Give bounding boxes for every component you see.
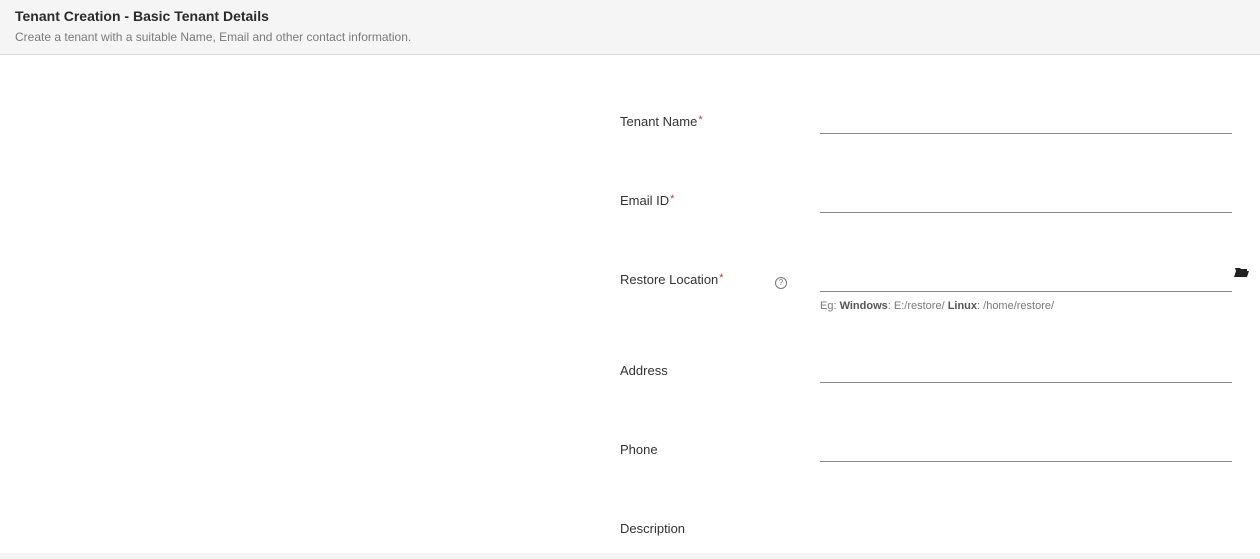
page-header: Tenant Creation - Basic Tenant Details C… [0, 0, 1260, 55]
restore-location-hint: Eg: Windows: E:/restore/ Linux: /home/re… [820, 300, 1232, 312]
row-tenant-name: Tenant Name* [620, 110, 1250, 134]
page-title: Tenant Creation - Basic Tenant Details [15, 8, 1245, 24]
label-description: Description [620, 517, 775, 536]
tenant-form: Tenant Name* Email ID* Restore Location*… [0, 55, 1260, 536]
required-mark: * [698, 114, 702, 126]
bottom-bar [0, 553, 1260, 559]
required-mark: * [670, 193, 674, 205]
page-subtitle: Create a tenant with a suitable Name, Em… [15, 30, 1245, 44]
label-phone: Phone [620, 438, 775, 457]
folder-open-icon[interactable] [1234, 265, 1250, 284]
label-address: Address [620, 359, 775, 378]
label-tenant-name: Tenant Name* [620, 110, 775, 129]
tenant-name-input[interactable] [820, 110, 1232, 134]
label-email-id: Email ID* [620, 189, 775, 208]
row-phone: Phone [620, 438, 1250, 462]
restore-location-input[interactable] [820, 268, 1232, 292]
row-address: Address [620, 359, 1250, 383]
row-description: Description [620, 517, 1250, 536]
help-icon[interactable]: ? [775, 277, 787, 289]
row-restore-location: Restore Location* ? Eg: Windows: E:/rest… [620, 268, 1250, 312]
email-id-input[interactable] [820, 189, 1232, 213]
phone-input[interactable] [820, 438, 1232, 462]
row-email-id: Email ID* [620, 189, 1250, 213]
required-mark: * [719, 272, 723, 284]
address-input[interactable] [820, 359, 1232, 383]
label-restore-location: Restore Location* [620, 268, 775, 287]
